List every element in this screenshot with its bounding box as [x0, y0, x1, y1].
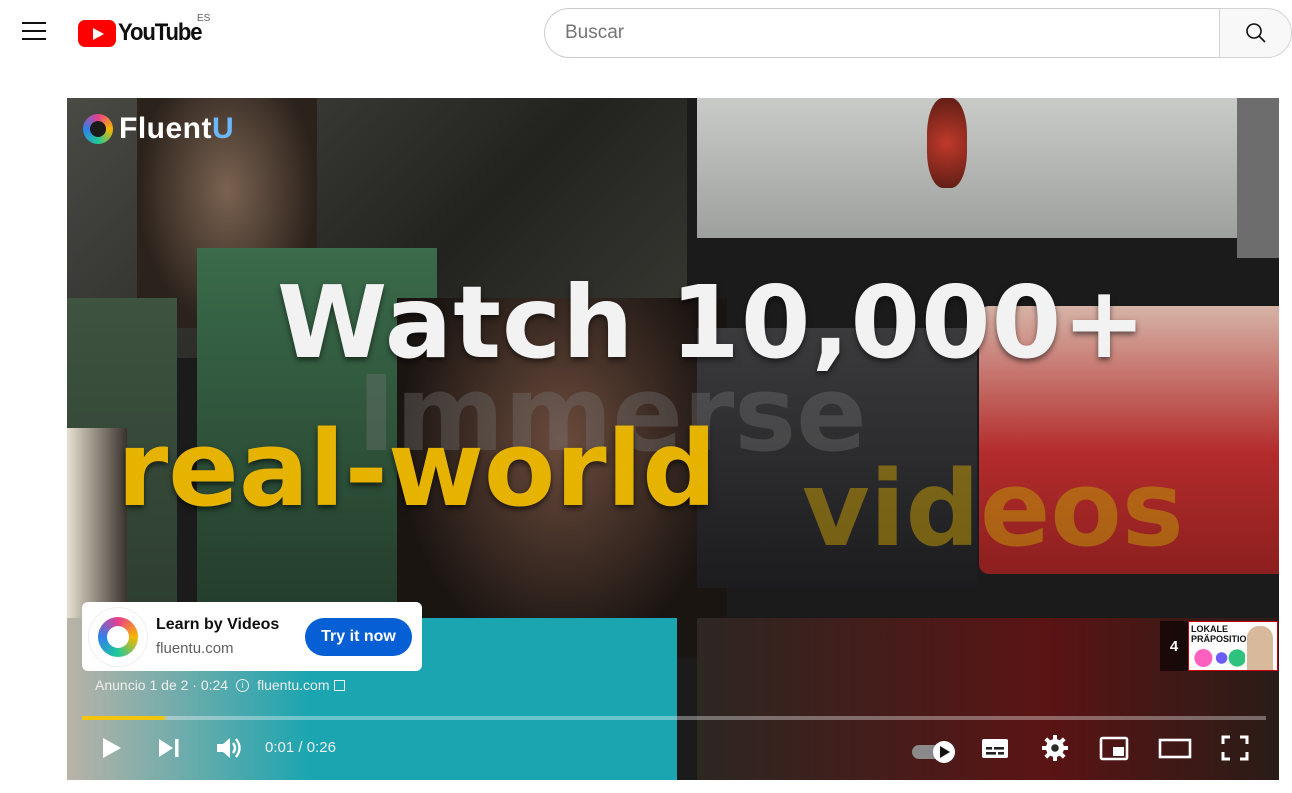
ad-link[interactable]: fluentu.com	[257, 677, 329, 693]
ad-title: Learn by Videos	[156, 616, 280, 633]
logo-text: YouTube	[118, 19, 203, 46]
fullscreen-icon	[1221, 735, 1249, 761]
search-input[interactable]	[544, 8, 1219, 58]
ad-meta: Anuncio 1 de 2 · 0:24 i fluentu.com	[95, 677, 346, 693]
volume-icon	[217, 738, 241, 758]
next-button[interactable]	[155, 732, 183, 769]
settings-icon	[1042, 735, 1068, 761]
brand-name-accent: U	[212, 112, 235, 145]
miniplayer-icon	[1099, 736, 1129, 761]
miniplayer-button[interactable]	[1098, 732, 1130, 769]
time-current: 0:01	[265, 739, 295, 756]
settings-button[interactable]	[1039, 732, 1071, 769]
fluentu-logo-icon	[83, 114, 113, 144]
overlay-headline-2: real-world	[117, 408, 717, 530]
theater-mode-button[interactable]	[1158, 732, 1192, 769]
search-button[interactable]	[1219, 8, 1292, 58]
next-count: 4	[1160, 621, 1188, 671]
progress-bar[interactable]	[82, 716, 1266, 720]
youtube-play-icon	[78, 19, 116, 47]
next-icon	[159, 739, 179, 757]
video-player[interactable]: FluentU Immerse Watch 10,000+ real-world…	[67, 98, 1279, 780]
next-video-preview[interactable]: 4 LOKALE PRÄPOSITIONEN	[1160, 621, 1279, 671]
info-icon[interactable]: i	[236, 678, 250, 692]
ad-card[interactable]: Learn by Videos fluentu.com Try it now	[82, 602, 422, 671]
theater-mode-icon	[1158, 738, 1192, 759]
advertiser-avatar	[88, 606, 148, 667]
subtitles-button[interactable]	[979, 732, 1011, 769]
subtitles-icon	[982, 739, 1008, 758]
search-icon	[1245, 23, 1266, 43]
volume-button[interactable]	[213, 732, 245, 769]
ad-count-label: Anuncio 1 de 2 · 0:24	[95, 677, 229, 693]
time-separator: /	[298, 739, 303, 756]
ad-domain: fluentu.com	[156, 640, 234, 657]
time-total: 0:26	[306, 739, 336, 756]
brand-name: Fluent	[119, 112, 212, 145]
overlay-headline-1: Watch 10,000+	[277, 264, 1147, 381]
youtube-logo[interactable]: YouTube	[78, 18, 209, 48]
autoplay-toggle[interactable]	[912, 740, 955, 763]
play-button[interactable]	[97, 732, 125, 769]
fluentu-logo-icon	[98, 616, 138, 657]
progress-fill	[82, 716, 165, 720]
external-link-icon	[334, 679, 346, 691]
search-bar	[544, 8, 1292, 58]
region-code: ES	[197, 13, 211, 24]
fluentu-watermark: FluentU	[83, 112, 234, 146]
overlay-headline-3: videos	[802, 448, 1184, 570]
fullscreen-button[interactable]	[1220, 732, 1250, 769]
hamburger-menu-icon[interactable]	[22, 22, 46, 42]
ad-cta-button[interactable]: Try it now	[305, 617, 412, 656]
autoplay-toggle-icon	[912, 741, 955, 763]
next-thumbnail: LOKALE PRÄPOSITIONEN	[1188, 621, 1278, 671]
play-icon	[103, 738, 121, 758]
time-display: 0:01 / 0:26	[265, 739, 336, 756]
